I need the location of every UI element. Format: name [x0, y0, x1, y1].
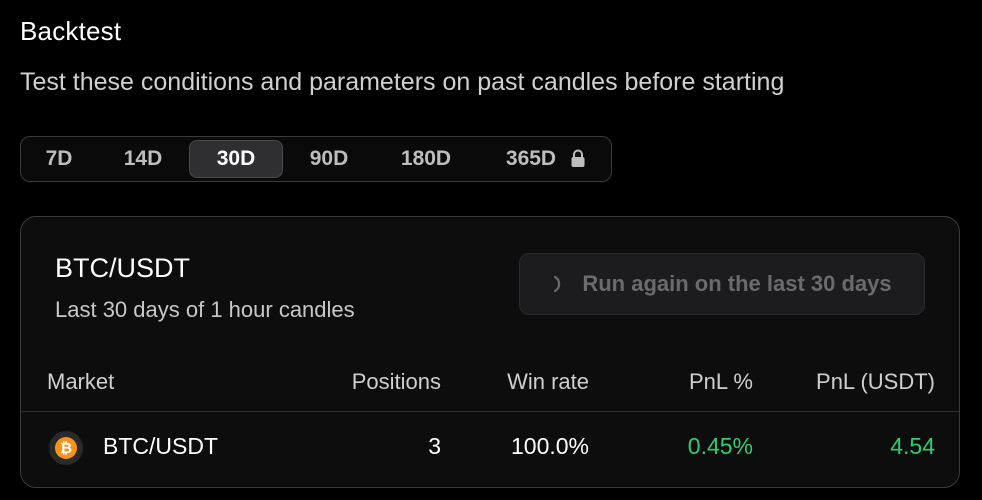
backtest-result-card: BTC/USDT Last 30 days of 1 hour candles …: [20, 216, 960, 488]
row-pnl-percent: 0.45%: [687, 433, 753, 459]
lock-icon: [570, 149, 586, 169]
column-header-market[interactable]: Market: [47, 369, 114, 395]
table-divider: [21, 411, 959, 412]
pair-description: Last 30 days of 1 hour candles: [55, 297, 355, 322]
pair-title: BTC/USDT: [55, 253, 190, 283]
period-label: 90D: [309, 147, 349, 170]
period-tab-180d[interactable]: 180D: [381, 140, 471, 178]
row-market: BTC/USDT: [103, 433, 218, 459]
page-title: Backtest: [20, 16, 122, 46]
column-header-pnl-usdt[interactable]: PnL (USDT): [775, 369, 935, 395]
period-tab-30d[interactable]: 30D: [189, 140, 283, 178]
period-label: 14D: [123, 147, 163, 170]
spinner-icon: [552, 274, 566, 294]
period-label: 7D: [45, 147, 73, 170]
period-selector: 7D 14D 30D 90D 180D 365D: [20, 136, 612, 182]
period-tab-90d[interactable]: 90D: [291, 140, 367, 178]
row-win-rate: 100.0%: [510, 433, 589, 459]
column-header-positions[interactable]: Positions: [321, 369, 441, 395]
row-positions: 3: [428, 433, 441, 459]
run-again-label: Run again on the last 30 days: [582, 271, 892, 296]
period-tab-7d[interactable]: 7D: [29, 140, 89, 178]
backtest-panel: Backtest Test these conditions and param…: [0, 0, 982, 500]
period-label: 180D: [400, 147, 452, 170]
period-label: 365D: [505, 147, 557, 170]
run-again-button[interactable]: Run again on the last 30 days: [519, 253, 925, 315]
period-tab-14d[interactable]: 14D: [105, 140, 181, 178]
period-label: 30D: [216, 147, 256, 170]
period-tab-365d[interactable]: 365D: [487, 140, 605, 178]
column-header-win-rate[interactable]: Win rate: [469, 369, 589, 395]
row-pnl-usdt: 4.54: [890, 433, 935, 459]
page-subtitle: Test these conditions and parameters on …: [20, 68, 785, 96]
column-header-pnl-percent[interactable]: PnL %: [633, 369, 753, 395]
bitcoin-icon: ₿: [49, 431, 83, 465]
